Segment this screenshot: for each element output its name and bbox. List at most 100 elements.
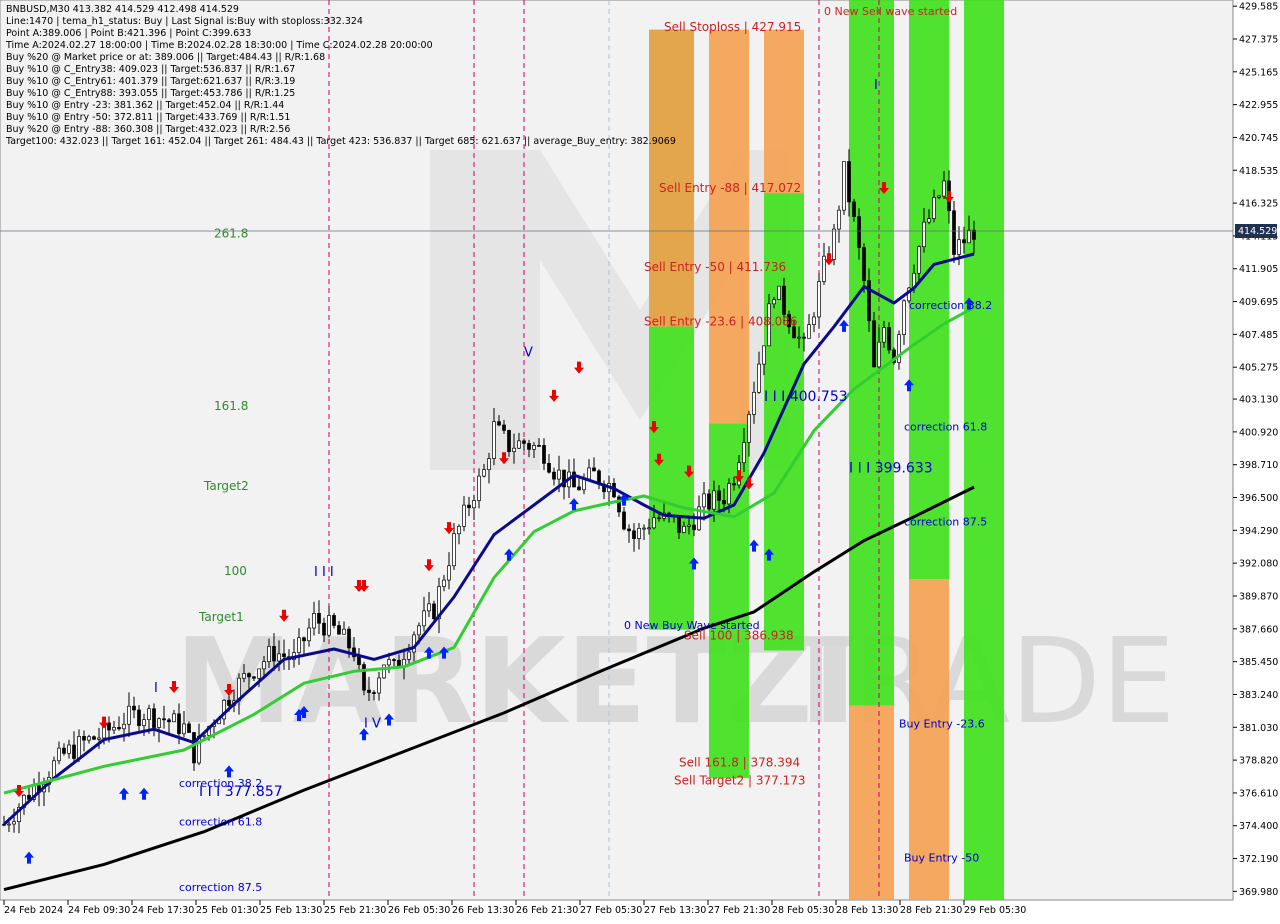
candle-body bbox=[157, 718, 161, 728]
price-chart[interactable]: MARKETZI TRADE Sell Stoploss | 427.915Se… bbox=[0, 0, 1280, 920]
y-tick-label: 416.325 bbox=[1239, 199, 1278, 210]
candle-body bbox=[317, 613, 321, 624]
price-label: 0 New Sell wave started bbox=[824, 5, 957, 18]
candle-body bbox=[932, 197, 936, 220]
y-tick-label: 407.485 bbox=[1239, 330, 1278, 341]
candle-body bbox=[227, 699, 231, 706]
y-tick-label: 394.290 bbox=[1239, 526, 1278, 537]
candle-body bbox=[282, 653, 286, 658]
candle-body bbox=[377, 677, 381, 694]
candle-body bbox=[727, 483, 731, 505]
candle-body bbox=[917, 246, 921, 274]
candle-body bbox=[87, 736, 91, 741]
candle-body bbox=[577, 486, 581, 491]
candle-body bbox=[422, 610, 426, 627]
candle-body bbox=[512, 447, 516, 452]
info-line: Point A:389.006 | Point B:421.396 | Poin… bbox=[6, 28, 251, 39]
candle-body bbox=[497, 421, 501, 426]
candle-body bbox=[427, 603, 431, 612]
x-axis: 24 Feb 2024 24 Feb 09:30 24 Feb 17:30 25 Fe… bbox=[3, 900, 1026, 916]
candle-body bbox=[652, 517, 656, 529]
price-label: Buy Entry -50 bbox=[904, 851, 979, 864]
candle-body bbox=[837, 209, 841, 230]
candle-body bbox=[862, 247, 866, 282]
signal-zone bbox=[909, 0, 949, 580]
y-tick-label: 378.820 bbox=[1239, 756, 1278, 767]
candle-body bbox=[797, 336, 801, 339]
candle-body bbox=[347, 628, 351, 649]
candle-body bbox=[357, 656, 361, 665]
candle-body bbox=[132, 705, 136, 711]
candle-body bbox=[952, 210, 956, 255]
candle-body bbox=[137, 709, 141, 727]
price-label: Sell Entry -50 | 411.736 bbox=[644, 260, 786, 274]
candle-body bbox=[187, 723, 191, 733]
candle-body bbox=[112, 727, 116, 731]
candle-body bbox=[812, 316, 816, 325]
candle-body bbox=[692, 524, 696, 531]
x-tick-label: 24 Feb 2024 bbox=[4, 905, 63, 916]
y-tick-label: 425.165 bbox=[1239, 67, 1278, 78]
x-tick-label: 28 Feb 21:30 bbox=[900, 905, 962, 916]
price-label: V bbox=[524, 345, 533, 360]
candle-body bbox=[77, 736, 81, 759]
y-tick-label: 418.535 bbox=[1239, 166, 1278, 177]
x-tick-label: 27 Feb 13:30 bbox=[644, 905, 706, 916]
candle-body bbox=[537, 445, 541, 447]
candle-body bbox=[937, 195, 941, 198]
y-tick-label: 385.450 bbox=[1239, 657, 1278, 668]
candle-body bbox=[52, 760, 56, 778]
candle-body bbox=[322, 622, 326, 636]
price-label: 161.8 bbox=[214, 399, 248, 413]
current-price-tag: 414.529 bbox=[1235, 224, 1277, 238]
y-tick-label: 411.905 bbox=[1239, 264, 1278, 275]
y-tick-label: 381.030 bbox=[1239, 723, 1278, 734]
signal-zone bbox=[849, 0, 894, 706]
candle-body bbox=[527, 443, 531, 450]
signal-zone bbox=[649, 29, 694, 327]
y-tick-label: 383.240 bbox=[1239, 690, 1278, 701]
price-label: Sell Entry -88 | 417.072 bbox=[659, 181, 801, 195]
candle-body bbox=[647, 527, 651, 530]
candle-body bbox=[432, 603, 436, 620]
candle-body bbox=[592, 467, 596, 472]
candle-body bbox=[642, 527, 646, 530]
candle-body bbox=[312, 613, 316, 629]
info-line: Line:1470 | tema_h1_status: Buy | Last S… bbox=[6, 16, 363, 27]
x-tick-label: 25 Feb 21:30 bbox=[324, 905, 386, 916]
candle-body bbox=[552, 471, 556, 480]
price-label: I I I 399.633 bbox=[849, 460, 933, 476]
candle-body bbox=[777, 285, 781, 300]
y-tick-label: 387.660 bbox=[1239, 624, 1278, 635]
candle-body bbox=[472, 500, 476, 509]
candle-body bbox=[722, 499, 726, 505]
candle-body bbox=[547, 463, 551, 473]
candle-body bbox=[177, 713, 181, 735]
price-label: correction 38.2 bbox=[179, 777, 262, 790]
candle-body bbox=[707, 493, 711, 510]
candle-body bbox=[847, 161, 851, 203]
candle-body bbox=[272, 646, 276, 662]
signal-zone bbox=[764, 29, 804, 194]
candle-body bbox=[82, 736, 86, 741]
candle-body bbox=[882, 327, 886, 343]
candle-body bbox=[967, 229, 971, 244]
y-tick-label: 392.080 bbox=[1239, 559, 1278, 570]
y-tick-label: 389.870 bbox=[1239, 591, 1278, 602]
y-tick-label: 369.980 bbox=[1239, 887, 1278, 898]
price-label: I bbox=[874, 78, 878, 93]
info-line: Time A:2024.02.27 18:00:00 | Time B:2024… bbox=[5, 40, 433, 51]
candle-body bbox=[367, 689, 371, 693]
candle-body bbox=[162, 718, 166, 721]
candle-body bbox=[857, 216, 861, 248]
signal-zone bbox=[709, 29, 749, 424]
y-tick-label: 400.920 bbox=[1239, 427, 1278, 438]
candle-body bbox=[302, 637, 306, 642]
candle-body bbox=[327, 615, 331, 636]
candle-body bbox=[152, 708, 156, 728]
price-label: correction 87.5 bbox=[179, 881, 262, 894]
candle-body bbox=[742, 442, 746, 464]
candle-body bbox=[267, 646, 271, 662]
candle-body bbox=[772, 299, 776, 305]
candle-body bbox=[107, 722, 111, 731]
